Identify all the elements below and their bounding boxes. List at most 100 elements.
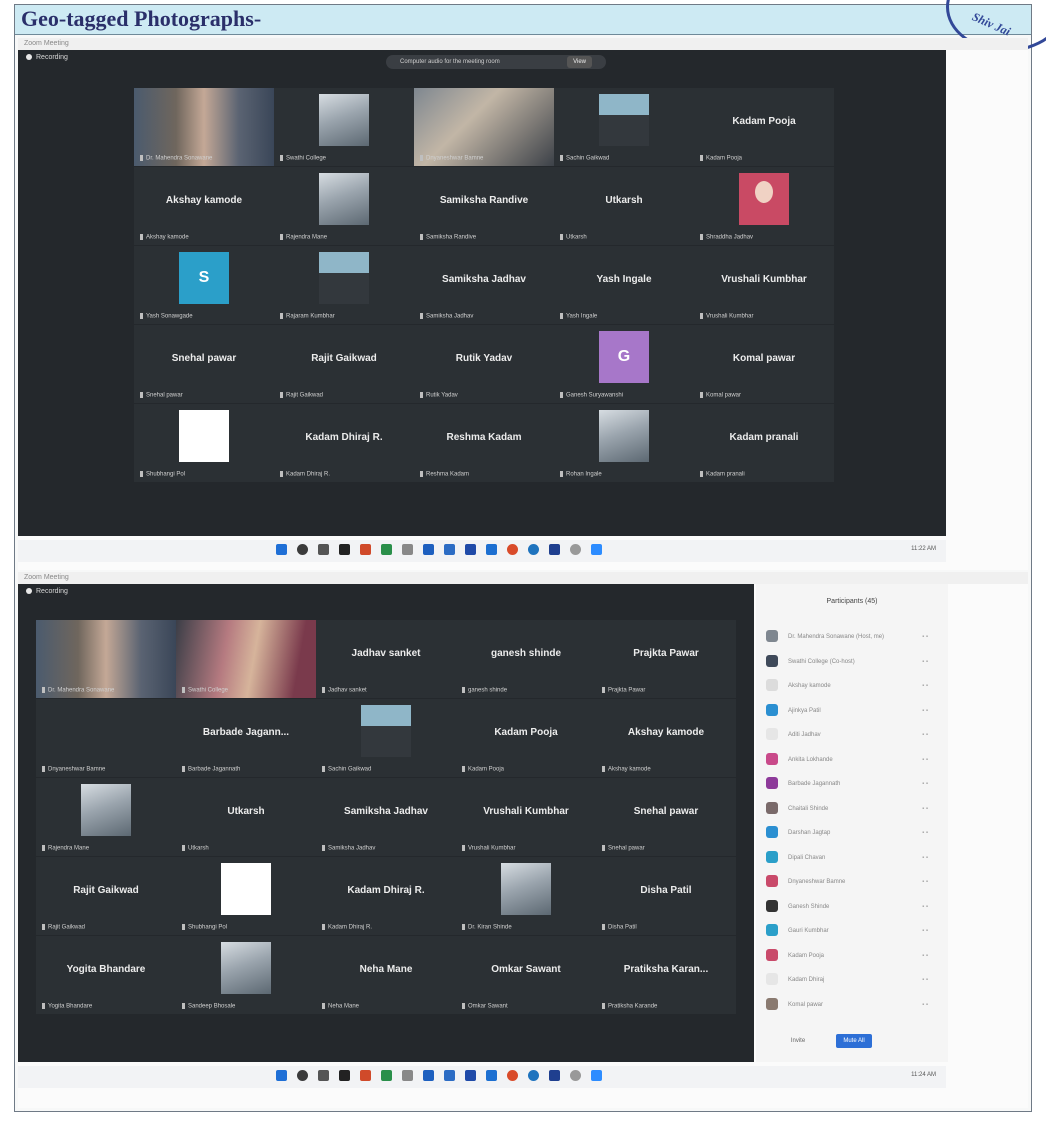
participant-tile[interactable]: Kadam Pooja Kadam Pooja bbox=[694, 88, 834, 166]
participant-tile[interactable]: Kadam Dhiraj R. Kadam Dhiraj R. bbox=[274, 404, 414, 482]
participant-tile[interactable]: Samiksha Randive Samiksha Randive bbox=[414, 167, 554, 245]
mic-camera-icons[interactable]: ▪ ▪ bbox=[922, 800, 928, 818]
chat-icon[interactable] bbox=[318, 1070, 329, 1081]
app-icon[interactable] bbox=[549, 1070, 560, 1081]
participant-row[interactable]: Barbade Jagannath ▪ ▪ bbox=[766, 775, 936, 793]
participant-tile[interactable]: Dr. Mahendra Sonawane bbox=[36, 620, 176, 698]
app-icon[interactable] bbox=[402, 1070, 413, 1081]
mute-all-button[interactable]: Mute All bbox=[836, 1034, 872, 1048]
participant-tile[interactable]: Shubhangi Pol bbox=[176, 857, 316, 935]
start-icon[interactable] bbox=[276, 544, 287, 555]
participant-tile[interactable]: Snehal pawar Snehal pawar bbox=[596, 778, 736, 856]
mic-camera-icons[interactable]: ▪ ▪ bbox=[922, 726, 928, 744]
widgets-icon[interactable] bbox=[339, 1070, 350, 1081]
mic-camera-icons[interactable]: ▪ ▪ bbox=[922, 702, 928, 720]
app-icon[interactable] bbox=[465, 1070, 476, 1081]
participant-row[interactable]: Kadam Pooja ▪ ▪ bbox=[766, 947, 936, 965]
participant-tile[interactable]: Sachin Gaikwad bbox=[554, 88, 694, 166]
mic-camera-icons[interactable]: ▪ ▪ bbox=[922, 996, 928, 1014]
participant-row[interactable]: Akshay kamode ▪ ▪ bbox=[766, 677, 936, 695]
participant-tile[interactable]: S Yash Sonawgade bbox=[134, 246, 274, 324]
edge-icon[interactable] bbox=[423, 544, 434, 555]
participant-tile[interactable]: Kadam Pooja Kadam Pooja bbox=[456, 699, 596, 777]
app-icon[interactable] bbox=[381, 1070, 392, 1081]
participant-tile[interactable]: Neha Mane Neha Mane bbox=[316, 936, 456, 1014]
search-icon[interactable] bbox=[297, 1070, 308, 1081]
participant-tile[interactable]: Utkarsh Utkarsh bbox=[554, 167, 694, 245]
participant-tile[interactable]: Akshay kamode Akshay kamode bbox=[596, 699, 736, 777]
app-icon[interactable] bbox=[507, 544, 518, 555]
participant-tile[interactable]: Yogita Bhandare Yogita Bhandare bbox=[36, 936, 176, 1014]
app-icon[interactable] bbox=[381, 544, 392, 555]
app-icon[interactable] bbox=[402, 544, 413, 555]
participant-tile[interactable]: Rajaram Kumbhar bbox=[274, 246, 414, 324]
participant-tile[interactable]: Omkar Sawant Omkar Sawant bbox=[456, 936, 596, 1014]
participant-tile[interactable]: Akshay kamode Akshay kamode bbox=[134, 167, 274, 245]
participant-row[interactable]: Ganesh Shinde ▪ ▪ bbox=[766, 898, 936, 916]
participant-row[interactable]: Dnyaneshwar Bamne ▪ ▪ bbox=[766, 873, 936, 891]
mic-camera-icons[interactable]: ▪ ▪ bbox=[922, 922, 928, 940]
participant-tile[interactable]: Vrushali Kumbhar Vrushali Kumbhar bbox=[694, 246, 834, 324]
chrome-icon[interactable] bbox=[528, 1070, 539, 1081]
app-icon[interactable] bbox=[360, 544, 371, 555]
app-icon[interactable] bbox=[486, 1070, 497, 1081]
participant-row[interactable]: Ajinkya Patil ▪ ▪ bbox=[766, 702, 936, 720]
participant-row[interactable]: Dr. Mahendra Sonawane (Host, me) ▪ ▪ bbox=[766, 628, 936, 646]
app-icon[interactable] bbox=[570, 1070, 581, 1081]
mic-camera-icons[interactable]: ▪ ▪ bbox=[922, 947, 928, 965]
view-button[interactable]: View bbox=[567, 56, 592, 68]
participant-tile[interactable]: Vrushali Kumbhar Vrushali Kumbhar bbox=[456, 778, 596, 856]
participant-tile[interactable]: Samiksha Jadhav Samiksha Jadhav bbox=[414, 246, 554, 324]
participant-row[interactable]: Dipali Chavan ▪ ▪ bbox=[766, 849, 936, 867]
zoom-icon[interactable] bbox=[591, 544, 602, 555]
app-icon[interactable] bbox=[486, 544, 497, 555]
participant-tile[interactable]: Dnyaneshwar Bamne bbox=[36, 699, 176, 777]
mic-camera-icons[interactable]: ▪ ▪ bbox=[922, 751, 928, 769]
participant-tile[interactable]: Rohan Ingale bbox=[554, 404, 694, 482]
participant-tile[interactable]: Dr. Kiran Shinde bbox=[456, 857, 596, 935]
mic-camera-icons[interactable]: ▪ ▪ bbox=[922, 677, 928, 695]
view-options-bar[interactable]: Computer audio for the meeting room View bbox=[386, 55, 606, 69]
zoom-icon[interactable] bbox=[591, 1070, 602, 1081]
participant-row[interactable]: Darshan Jagtap ▪ ▪ bbox=[766, 824, 936, 842]
participant-row[interactable]: Gauri Kumbhar ▪ ▪ bbox=[766, 922, 936, 940]
participant-tile[interactable]: Swathi College bbox=[274, 88, 414, 166]
participant-tile[interactable]: G Ganesh Suryawanshi bbox=[554, 325, 694, 403]
search-icon[interactable] bbox=[297, 544, 308, 555]
participant-tile[interactable]: Snehal pawar Snehal pawar bbox=[134, 325, 274, 403]
edge-icon[interactable] bbox=[423, 1070, 434, 1081]
participant-tile[interactable]: Shraddha Jadhav bbox=[694, 167, 834, 245]
participant-tile[interactable]: Kadam Dhiraj R. Kadam Dhiraj R. bbox=[316, 857, 456, 935]
app-icon[interactable] bbox=[360, 1070, 371, 1081]
chat-icon[interactable] bbox=[318, 544, 329, 555]
file-explorer-icon[interactable] bbox=[444, 544, 455, 555]
app-icon[interactable] bbox=[570, 544, 581, 555]
participant-row[interactable]: Swathi College (Co-host) ▪ ▪ bbox=[766, 653, 936, 671]
invite-button[interactable]: Invite bbox=[784, 1034, 812, 1048]
mic-camera-icons[interactable]: ▪ ▪ bbox=[922, 849, 928, 867]
participant-tile[interactable]: Sandeep Bhosale bbox=[176, 936, 316, 1014]
participant-tile[interactable]: Barbade Jagann... Barbade Jagannath bbox=[176, 699, 316, 777]
participant-tile[interactable]: Rajit Gaikwad Rajit Gaikwad bbox=[274, 325, 414, 403]
mic-camera-icons[interactable]: ▪ ▪ bbox=[922, 873, 928, 891]
participant-tile[interactable]: Yash Ingale Yash Ingale bbox=[554, 246, 694, 324]
widgets-icon[interactable] bbox=[339, 544, 350, 555]
mic-camera-icons[interactable]: ▪ ▪ bbox=[922, 898, 928, 916]
participant-tile[interactable]: Shubhangi Pol bbox=[134, 404, 274, 482]
participant-row[interactable]: Kadam Dhiraj ▪ ▪ bbox=[766, 971, 936, 989]
mic-camera-icons[interactable]: ▪ ▪ bbox=[922, 971, 928, 989]
participant-tile[interactable]: Dr. Mahendra Sonawane bbox=[134, 88, 274, 166]
participant-tile[interactable]: Rajendra Mane bbox=[274, 167, 414, 245]
participant-tile[interactable]: Komal pawar Komal pawar bbox=[694, 325, 834, 403]
participant-tile[interactable]: ganesh shinde ganesh shinde bbox=[456, 620, 596, 698]
mic-camera-icons[interactable]: ▪ ▪ bbox=[922, 628, 928, 646]
participant-tile[interactable]: Sachin Gaikwad bbox=[316, 699, 456, 777]
participant-tile[interactable]: Rutik Yadav Rutik Yadav bbox=[414, 325, 554, 403]
chrome-icon[interactable] bbox=[528, 544, 539, 555]
participant-row[interactable]: Aditi Jadhav ▪ ▪ bbox=[766, 726, 936, 744]
participant-tile[interactable]: Pratiksha Karan... Pratiksha Karande bbox=[596, 936, 736, 1014]
file-explorer-icon[interactable] bbox=[444, 1070, 455, 1081]
participant-tile[interactable]: Disha Patil Disha Patil bbox=[596, 857, 736, 935]
participant-tile[interactable]: Reshma Kadam Reshma Kadam bbox=[414, 404, 554, 482]
participant-tile[interactable]: Kadam pranali Kadam pranali bbox=[694, 404, 834, 482]
